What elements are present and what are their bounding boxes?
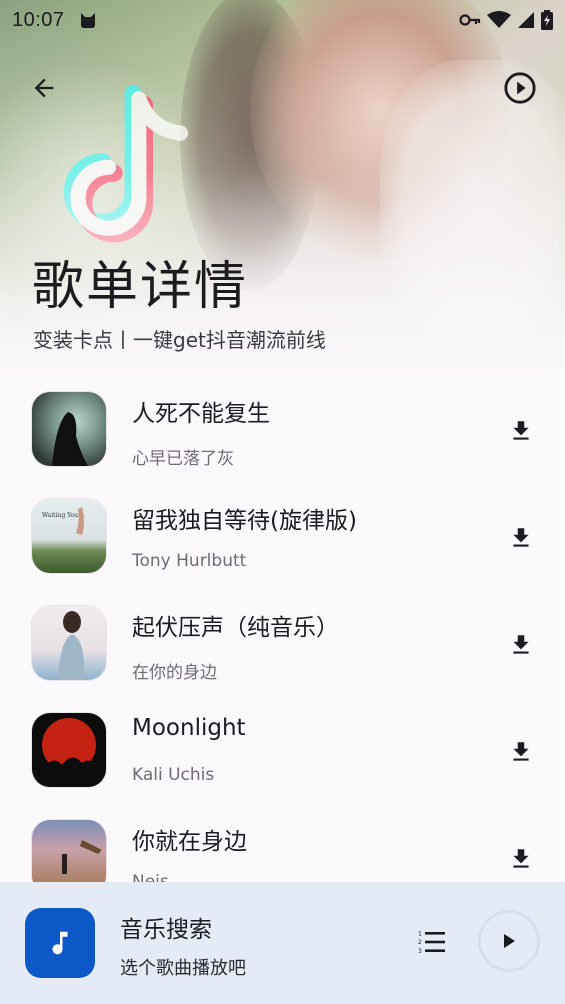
song-row[interactable]: 起伏压声（纯音乐） 在你的身边 <box>0 594 565 701</box>
wifi-icon <box>487 11 511 28</box>
song-title: 人死不能复生 <box>132 401 270 427</box>
song-artist: Tony Hurlbutt <box>132 551 247 571</box>
download-icon <box>513 849 529 868</box>
album-cover <box>32 392 106 466</box>
song-title: Moonlight <box>132 715 246 741</box>
song-row[interactable]: Moonlight Kali Uchis <box>0 701 565 808</box>
song-row[interactable]: 你就在身边 Neis <box>0 808 565 882</box>
player-cover <box>25 908 95 978</box>
song-artist: Kali Uchis <box>132 765 215 785</box>
vpn-key-icon <box>459 14 481 26</box>
status-bar: 10:07 <box>0 0 565 40</box>
download-button[interactable] <box>500 410 542 452</box>
song-artist: 在你的身边 <box>132 663 217 683</box>
song-artist: Neis <box>132 872 169 882</box>
back-button[interactable] <box>22 66 66 110</box>
download-button[interactable] <box>500 517 542 559</box>
cat-notification-icon <box>80 13 95 28</box>
song-artist: 心早已落了灰 <box>132 449 234 469</box>
download-button[interactable] <box>500 731 542 773</box>
album-cover: Waiting Youth <box>32 499 106 573</box>
download-icon <box>513 421 529 440</box>
svg-text:1: 1 <box>418 931 422 938</box>
player-title: 音乐搜索 <box>120 917 212 943</box>
status-time: 10:07 <box>12 8 65 31</box>
download-icon <box>513 635 529 654</box>
play-circle-icon <box>504 72 536 104</box>
player-subtitle: 选个歌曲播放吧 <box>120 958 246 979</box>
svg-text:Waiting Youth: Waiting Youth <box>42 512 84 519</box>
page-subtitle: 变装卡点丨一键get抖音潮流前线 <box>33 328 326 352</box>
svg-text:3: 3 <box>418 948 422 955</box>
song-row[interactable]: Waiting Youth 留我独自等待(旋律版) Tony Hurlbutt <box>0 487 565 594</box>
queue-list-icon: 1 2 3 <box>418 931 445 955</box>
download-button[interactable] <box>500 624 542 666</box>
music-note-icon <box>52 931 68 955</box>
playlist-queue-button[interactable]: 1 2 3 <box>412 922 452 962</box>
download-button[interactable] <box>500 838 542 880</box>
arrow-back-icon <box>34 78 54 98</box>
play-all-button[interactable] <box>498 66 542 110</box>
song-title: 起伏压声（纯音乐） <box>132 615 339 641</box>
album-cover <box>32 820 106 882</box>
page-title: 歌单详情 <box>32 257 249 317</box>
play-icon <box>504 934 515 948</box>
song-title: 留我独自等待(旋律版) <box>132 508 357 534</box>
song-title: 你就在身边 <box>132 829 247 855</box>
song-list[interactable]: 人死不能复生 心早已落了灰 Waiting Youth 留我独自等待(旋律版) … <box>0 380 565 882</box>
mini-player[interactable]: 音乐搜索 选个歌曲播放吧 1 2 3 <box>0 882 565 1004</box>
player-play-button[interactable] <box>478 910 540 972</box>
album-cover <box>32 606 106 680</box>
download-icon <box>513 742 529 761</box>
download-icon <box>513 528 529 547</box>
album-cover <box>32 713 106 787</box>
header-banner <box>0 0 565 380</box>
svg-text:2: 2 <box>418 939 422 946</box>
song-row[interactable]: 人死不能复生 心早已落了灰 <box>0 380 565 487</box>
cell-signal-icon <box>518 12 534 28</box>
battery-charging-icon <box>541 10 553 30</box>
